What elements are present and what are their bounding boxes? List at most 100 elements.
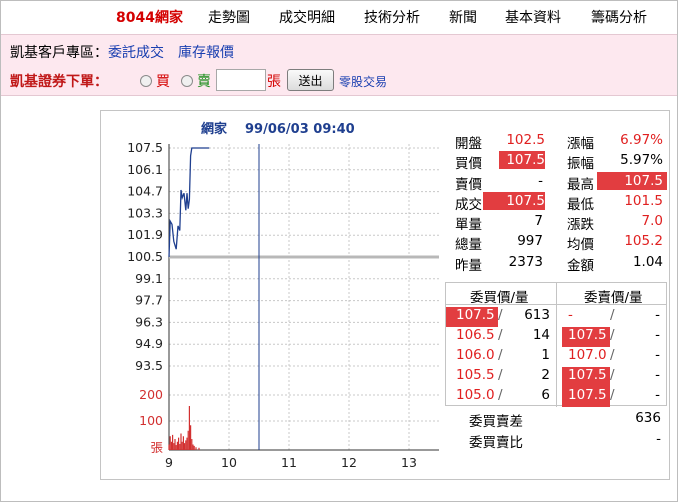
order-status-link[interactable]: 委託成交 bbox=[108, 45, 164, 61]
prev-vol-value: 2373 bbox=[508, 253, 543, 270]
price-tick-label: 93.5 bbox=[135, 358, 163, 373]
bid-ask-diff-label: 委買賣差 bbox=[469, 414, 523, 430]
bid-ask-ratio-row: 委買賣比 - bbox=[445, 429, 667, 451]
price-tick-label: 94.9 bbox=[135, 336, 163, 351]
price-tick-label: 100.5 bbox=[127, 249, 163, 264]
volume-tick-label: 200 bbox=[139, 387, 163, 402]
quote-row: 開盤 102.5 漲幅 6.97% bbox=[445, 130, 667, 152]
bid-qty: 2 bbox=[541, 367, 550, 383]
quote-row: 昨量 2373 金額 1.04 bbox=[445, 252, 667, 274]
open-value: 102.5 bbox=[506, 132, 545, 148]
tab-trade-details[interactable]: 成交明細 bbox=[279, 7, 335, 27]
price-tick-label: 101.9 bbox=[127, 227, 163, 242]
tab-chip-analysis[interactable]: 籌碼分析 bbox=[591, 7, 647, 27]
buy-label: 買 bbox=[156, 74, 170, 90]
bid-price: 106.0 bbox=[456, 347, 495, 363]
ask-price: - bbox=[568, 307, 573, 323]
bid-qty: 6 bbox=[541, 387, 550, 403]
order-book: 委買價/量 委賣價/量 107.5/613- / -106.5/14 107.5/-1… bbox=[445, 282, 667, 407]
price-tick-label: 107.5 bbox=[127, 140, 163, 155]
ask-price: 107.0 bbox=[568, 347, 607, 363]
volume-tick-label: 100 bbox=[139, 413, 163, 428]
open-label: 開盤 bbox=[455, 136, 482, 152]
price-line bbox=[168, 147, 210, 258]
order-book-row: 105.5/2 107.5/- bbox=[446, 365, 666, 387]
client-zone-row: 凱基客戶專區：委託成交 庫存報價 bbox=[10, 42, 234, 62]
quote-row: 成交 107.5 最低 101.5 bbox=[445, 191, 667, 213]
price-tick-label: 106.1 bbox=[127, 162, 163, 177]
price-tick-label: 104.7 bbox=[127, 184, 163, 199]
top-nav: 8044網家 走勢圖 成交明細 技術分析 新聞 基本資料 籌碼分析 bbox=[0, 0, 676, 32]
low-value: 101.5 bbox=[624, 192, 663, 209]
bid-price: 105.0 bbox=[456, 387, 495, 403]
price-tick-label: 97.7 bbox=[135, 293, 163, 308]
client-zone-label: 凱基客戶專區： bbox=[10, 45, 108, 61]
last-label: 成交 bbox=[455, 196, 482, 213]
change-label: 漲跌 bbox=[567, 217, 594, 234]
bid-price: 105.5 bbox=[456, 367, 495, 383]
order-book-row: 105.0/6 107.5/- bbox=[446, 385, 666, 407]
odd-lot-link[interactable]: 零股交易 bbox=[339, 73, 387, 90]
buy-radio[interactable] bbox=[140, 75, 152, 87]
x-tick-label: 10 bbox=[221, 455, 237, 470]
quote-row: 單量 7 漲跌 7.0 bbox=[445, 211, 667, 234]
bid-price: 106.5 bbox=[456, 327, 495, 343]
order-book-row: 106.5/14 107.5/- bbox=[446, 325, 666, 347]
change-value: 7.0 bbox=[641, 213, 663, 230]
volume-tick-label: 張 bbox=[150, 440, 163, 455]
amount-value: 1.04 bbox=[632, 253, 663, 270]
order-label: 凱基證券下單： bbox=[10, 74, 108, 90]
tab-basic-info[interactable]: 基本資料 bbox=[505, 7, 561, 27]
quote-table: 開盤 102.5 漲幅 6.97% 買價 107.5 振幅 5.97% 賣價 -… bbox=[445, 130, 667, 274]
ask-price: 107.5 bbox=[568, 387, 607, 403]
last-value: 107.5 bbox=[506, 192, 545, 209]
order-book-header: 委買價/量 委賣價/量 bbox=[446, 283, 666, 306]
chart-timestamp: 99/06/03 09:40 bbox=[245, 122, 355, 137]
high-label: 最高 bbox=[567, 176, 594, 193]
bid-qty: 1 bbox=[541, 347, 550, 363]
tab-trend-chart[interactable]: 走勢圖 bbox=[208, 7, 250, 27]
ask-qty: - bbox=[655, 387, 660, 403]
price-tick-label: 96.3 bbox=[135, 314, 163, 329]
amplitude-label: 振幅 bbox=[567, 156, 594, 173]
inventory-quote-link[interactable]: 庫存報價 bbox=[178, 45, 234, 61]
bid-ask-summary: 委買賣差 636 委買賣比 - bbox=[445, 408, 667, 451]
send-button[interactable]: 送出 bbox=[287, 69, 334, 91]
ask-price: 107.5 bbox=[568, 367, 607, 383]
ask-label: 賣價 bbox=[455, 176, 482, 193]
ask-qty: - bbox=[655, 307, 660, 323]
tick-vol-value: 7 bbox=[534, 213, 543, 230]
total-vol-value: 997 bbox=[517, 233, 543, 250]
price-tick-label: 103.3 bbox=[127, 205, 163, 220]
bid-qty: 14 bbox=[532, 327, 550, 343]
change-pct-label: 漲幅 bbox=[567, 136, 594, 152]
ask-price: 107.5 bbox=[568, 327, 607, 343]
high-value: 107.5 bbox=[624, 172, 663, 189]
bid-ask-diff-value: 636 bbox=[635, 410, 661, 426]
quantity-input[interactable] bbox=[216, 69, 266, 91]
tab-technical-analysis[interactable]: 技術分析 bbox=[364, 7, 420, 27]
intraday-chart: 網家 99/06/03 09:40 107.5 106.1 104.7 103.3 101.… bbox=[127, 121, 439, 470]
chart-title: 網家 bbox=[201, 121, 228, 137]
quote-row: 總量 997 均價 105.2 bbox=[445, 231, 667, 254]
x-tick-label: 9 bbox=[165, 455, 173, 470]
avg-label: 均價 bbox=[567, 237, 594, 254]
tab-news[interactable]: 新聞 bbox=[449, 7, 477, 27]
order-book-row: 106.0/1 107.0/- bbox=[456, 347, 660, 363]
avg-value: 105.2 bbox=[624, 233, 663, 250]
amount-label: 金額 bbox=[567, 257, 594, 274]
bid-header: 委買價/量 bbox=[470, 290, 529, 306]
sell-radio[interactable] bbox=[181, 75, 193, 87]
order-book-row: 107.5/613- / - bbox=[446, 305, 666, 327]
prev-vol-label: 昨量 bbox=[455, 257, 482, 274]
bid-ask-ratio-value: - bbox=[656, 431, 661, 447]
price-tick-label: 99.1 bbox=[135, 271, 163, 286]
broker-panel: 凱基客戶專區：委託成交 庫存報價 凱基證券下單： 買 賣 張 送出 零股交易 bbox=[1, 34, 677, 96]
total-vol-label: 總量 bbox=[455, 237, 482, 254]
bid-qty: 613 bbox=[524, 307, 550, 323]
change-pct-value: 6.97% bbox=[620, 132, 663, 148]
bid-label: 買價 bbox=[455, 156, 482, 173]
low-label: 最低 bbox=[567, 196, 594, 213]
x-tick-label: 11 bbox=[281, 455, 297, 470]
unit-label: 張 bbox=[267, 74, 281, 90]
